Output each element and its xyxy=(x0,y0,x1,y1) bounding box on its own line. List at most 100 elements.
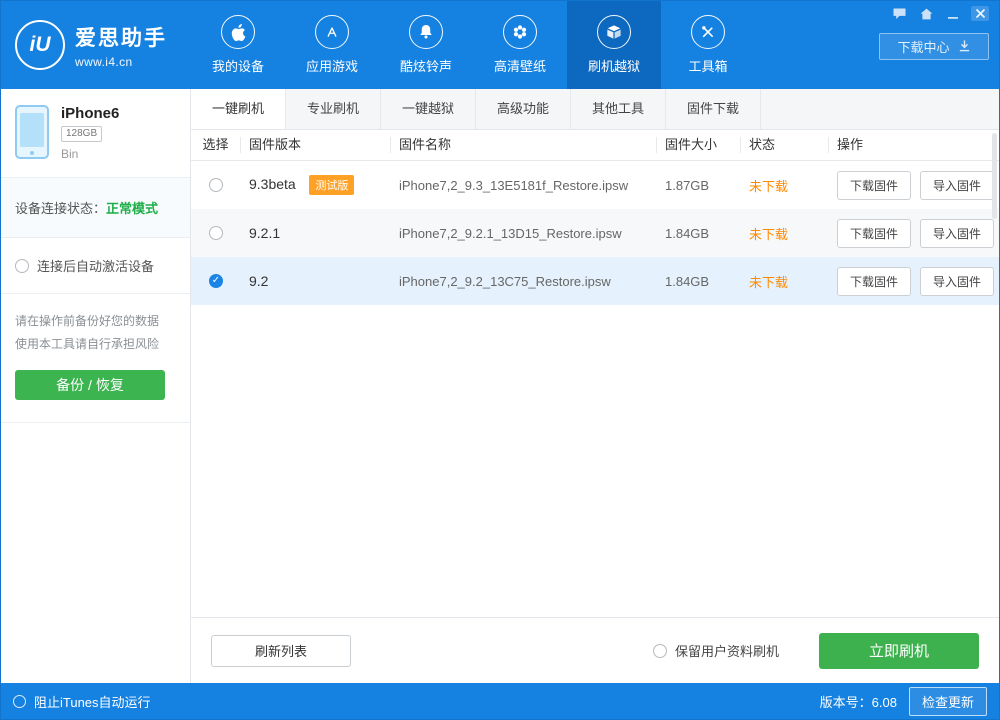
tab-pro-flash[interactable]: 专业刷机 xyxy=(286,89,381,129)
col-header-select: 选择 xyxy=(191,137,241,153)
import-firmware-button[interactable]: 导入固件 xyxy=(920,218,995,248)
auto-activate-radio[interactable] xyxy=(15,258,29,273)
download-arrow-icon xyxy=(958,39,971,55)
nav-label: 应用游戏 xyxy=(305,59,358,74)
tab-one-click-flash[interactable]: 一键刷机 xyxy=(191,89,286,129)
home-icon[interactable] xyxy=(917,6,935,21)
nav-item-apps-games[interactable]: 应用游戏 xyxy=(285,1,379,89)
device-capacity-badge: 128GB xyxy=(61,126,103,142)
firmware-row: 9.3beta 测试版 iPhone7,2_9.3_13E5181f_Resto… xyxy=(191,161,999,209)
statusbar-right: 版本号：6.08 检查更新 xyxy=(819,686,987,716)
row-version-cell: 9.3beta 测试版 xyxy=(241,175,391,195)
appstore-icon xyxy=(315,15,349,49)
auto-activate-label: 连接后自动激活设备 xyxy=(37,259,155,274)
firmware-row-selected: ✓ 9.2 iPhone7,2_9.2_13C75_Restore.ipsw 1… xyxy=(191,257,999,305)
firmware-size: 1.87GB xyxy=(665,177,710,193)
firmware-filename: iPhone7,2_9.2.1_13D15_Restore.ipsw xyxy=(399,225,622,241)
nav-label: 酷炫铃声 xyxy=(399,59,452,74)
row-version-cell: 9.2.1 xyxy=(241,225,391,241)
firmware-size: 1.84GB xyxy=(665,225,710,241)
download-center-label: 下载中心 xyxy=(897,40,950,55)
brand-text: 爱思助手 www.i4.cn xyxy=(75,22,167,69)
flash-now-button[interactable]: 立即刷机 xyxy=(819,632,979,669)
version-label: 版本号：6.08 xyxy=(819,694,897,710)
nav-label: 高清壁纸 xyxy=(493,59,546,74)
window-controls xyxy=(890,6,989,21)
sidebar: iPhone6 128GB Bin 设备连接状态：正常模式 连接后自动激活设备 … xyxy=(1,89,191,683)
keep-user-data-option[interactable]: 保留用户资料刷机 xyxy=(652,641,779,660)
firmware-radio[interactable] xyxy=(209,178,223,192)
tab-advanced-features[interactable]: 高级功能 xyxy=(476,89,571,129)
check-update-button[interactable]: 检查更新 xyxy=(908,686,987,716)
tab-firmware-download[interactable]: 固件下载 xyxy=(666,89,761,129)
scrollbar-thumb[interactable] xyxy=(992,133,997,219)
device-owner: Bin xyxy=(61,147,79,161)
nav-label: 我的设备 xyxy=(211,59,264,74)
nav-item-my-devices[interactable]: 我的设备 xyxy=(191,1,285,89)
nav-item-ringtones[interactable]: 酷炫铃声 xyxy=(379,1,473,89)
app-url: www.i4.cn xyxy=(75,54,133,69)
app-logo: iU xyxy=(15,20,65,70)
keep-user-data-radio[interactable] xyxy=(652,643,667,658)
warning-line-2: 使用本工具请自行承担风险 xyxy=(15,337,160,351)
tab-bar: 一键刷机 专业刷机 一键越狱 高级功能 其他工具 固件下载 xyxy=(191,89,999,130)
sidebar-filler xyxy=(1,423,190,683)
tab-other-tools[interactable]: 其他工具 xyxy=(571,89,666,129)
firmware-size: 1.84GB xyxy=(665,273,710,289)
download-center-button[interactable]: 下载中心 xyxy=(879,33,989,60)
keep-user-data-label: 保留用户资料刷机 xyxy=(674,644,779,659)
nav-label: 工具箱 xyxy=(688,59,728,74)
download-firmware-button[interactable]: 下载固件 xyxy=(837,266,912,296)
block-itunes-option[interactable]: 阻止iTunes自动运行 xyxy=(13,692,151,711)
firmware-status: 未下载 xyxy=(749,178,789,194)
main-area: iPhone6 128GB Bin 设备连接状态：正常模式 连接后自动激活设备 … xyxy=(1,89,999,683)
table-header: 选择 固件版本 固件名称 固件大小 状态 操作 xyxy=(191,130,999,161)
row-select-cell: ✓ xyxy=(191,274,241,288)
topbar-right: 下载中心 xyxy=(879,6,989,60)
col-header-filename: 固件名称 xyxy=(391,137,657,153)
row-version-cell: 9.2 xyxy=(241,273,391,289)
app-title: 爱思助手 xyxy=(75,26,167,50)
chat-icon[interactable] xyxy=(890,6,908,21)
download-firmware-button[interactable]: 下载固件 xyxy=(837,170,912,200)
package-icon xyxy=(597,15,631,49)
import-firmware-button[interactable]: 导入固件 xyxy=(920,266,995,296)
device-card: iPhone6 128GB Bin xyxy=(1,89,190,178)
nav-label: 刷机越狱 xyxy=(587,59,640,74)
col-header-size: 固件大小 xyxy=(657,137,741,153)
firmware-filename: iPhone7,2_9.3_13E5181f_Restore.ipsw xyxy=(399,177,629,193)
block-itunes-label: 阻止iTunes自动运行 xyxy=(34,694,151,710)
apple-icon xyxy=(221,15,255,49)
nav-item-toolbox[interactable]: 工具箱 xyxy=(661,1,755,89)
firmware-status: 未下载 xyxy=(749,226,789,242)
download-firmware-button[interactable]: 下载固件 xyxy=(837,218,912,248)
firmware-radio-checked[interactable]: ✓ xyxy=(209,274,223,288)
row-select-cell xyxy=(191,178,241,192)
firmware-radio[interactable] xyxy=(209,226,223,240)
wallpaper-icon xyxy=(503,15,537,49)
tab-one-click-jailbreak[interactable]: 一键越狱 xyxy=(381,89,476,129)
nav-item-flash-jailbreak[interactable]: 刷机越狱 xyxy=(567,1,661,89)
col-header-status: 状态 xyxy=(741,137,829,153)
main-nav: 我的设备 应用游戏 酷炫铃声 高清壁纸 刷机越狱 工具箱 xyxy=(191,1,755,89)
firmware-version: 9.2 xyxy=(249,273,269,289)
device-name: iPhone6 xyxy=(61,105,120,122)
firmware-row: 9.2.1 iPhone7,2_9.2.1_13D15_Restore.ipsw… xyxy=(191,209,999,257)
minimize-icon[interactable] xyxy=(944,6,962,21)
auto-activate-option[interactable]: 连接后自动激活设备 xyxy=(1,238,190,294)
top-bar: iU 爱思助手 www.i4.cn 我的设备 应用游戏 酷炫铃声 高清壁纸 刷机… xyxy=(1,1,999,89)
backup-restore-button[interactable]: 备份 / 恢复 xyxy=(15,370,165,400)
nav-item-wallpapers[interactable]: 高清壁纸 xyxy=(473,1,567,89)
import-firmware-button[interactable]: 导入固件 xyxy=(920,170,995,200)
connection-status: 设备连接状态：正常模式 xyxy=(1,178,190,238)
iphone-icon xyxy=(15,105,49,159)
action-footer: 刷新列表 保留用户资料刷机 立即刷机 xyxy=(191,617,999,683)
row-actions: 下载固件 导入固件 xyxy=(829,170,999,200)
content-empty-area xyxy=(191,305,999,617)
content-panel: 一键刷机 专业刷机 一键越狱 高级功能 其他工具 固件下载 选择 固件版本 固件… xyxy=(191,89,999,683)
block-itunes-radio[interactable] xyxy=(13,694,26,708)
firmware-version: 9.3beta xyxy=(249,176,296,192)
close-icon[interactable] xyxy=(971,6,989,21)
beta-badge: 测试版 xyxy=(309,175,355,195)
refresh-list-button[interactable]: 刷新列表 xyxy=(211,634,351,667)
